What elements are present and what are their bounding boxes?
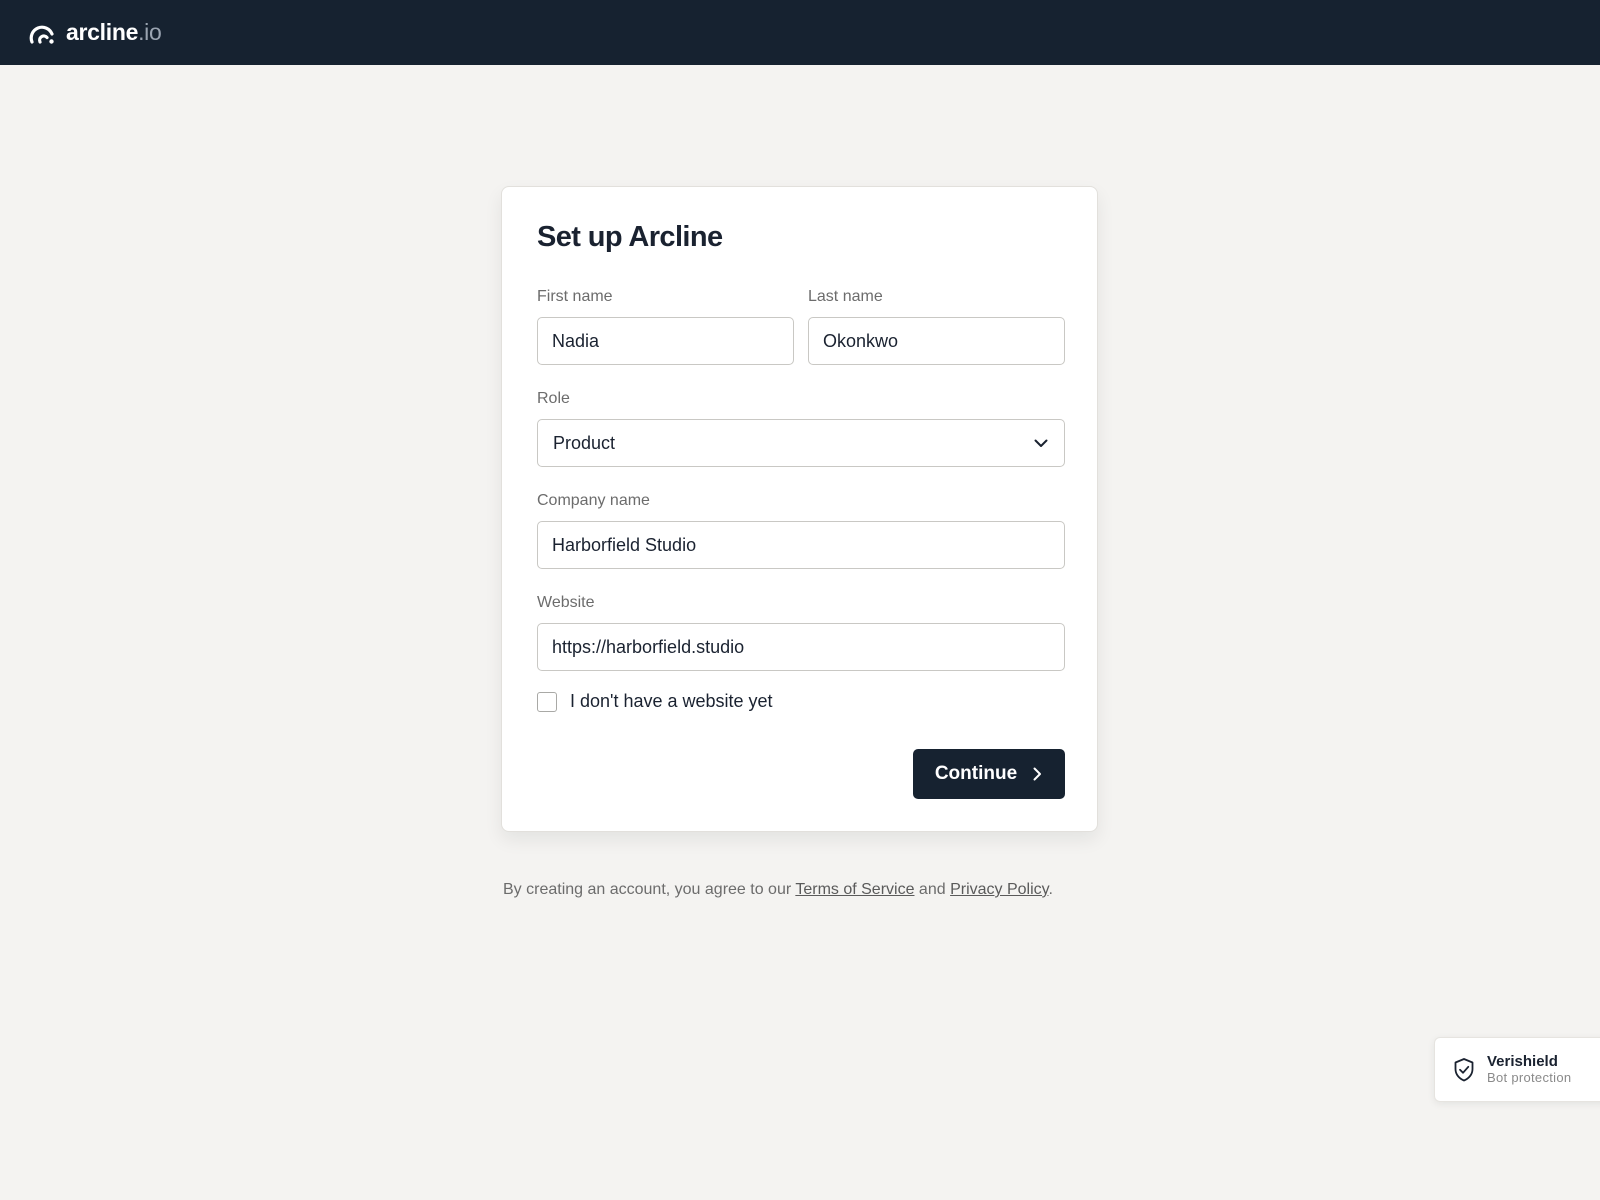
- role-selected-value: Product: [553, 432, 616, 453]
- top-bar: arcline.io: [0, 0, 1600, 65]
- chevron-down-icon: [1034, 439, 1048, 447]
- arcline-logo-icon: [29, 25, 54, 44]
- brand-wordmark: arcline.io: [66, 19, 162, 46]
- terms-of-service-link[interactable]: Terms of Service: [795, 881, 914, 898]
- chevron-right-icon: [1033, 767, 1042, 781]
- brand-logo[interactable]: arcline.io: [29, 19, 162, 46]
- last-name-input[interactable]: [808, 317, 1065, 365]
- shield-check-icon: [1454, 1057, 1474, 1081]
- legal-and: and: [914, 881, 951, 898]
- badge-subtitle: Bot protection: [1487, 1069, 1572, 1085]
- no-website-label[interactable]: I don't have a website yet: [570, 691, 773, 712]
- bot-protection-badge[interactable]: Verishield Bot protection: [1434, 1037, 1600, 1102]
- brand-tld: .io: [138, 19, 162, 45]
- company-name-input[interactable]: [537, 521, 1065, 569]
- legal-prefix: By creating an account, you agree to our: [503, 881, 796, 898]
- first-name-input[interactable]: [537, 317, 794, 365]
- no-website-option[interactable]: I don't have a website yet: [537, 691, 773, 712]
- legal-notice: By creating an account, you agree to our…: [503, 881, 1083, 899]
- website-label: Website: [537, 594, 595, 611]
- setup-card: Set up Arcline First name Last name Role…: [501, 186, 1098, 832]
- continue-button[interactable]: Continue: [913, 749, 1065, 799]
- legal-suffix: .: [1048, 881, 1053, 898]
- badge-text: Verishield Bot protection: [1487, 1053, 1571, 1085]
- role-select[interactable]: Product: [537, 419, 1065, 467]
- privacy-policy-link[interactable]: Privacy Policy: [950, 881, 1048, 898]
- last-name-label: Last name: [808, 288, 883, 305]
- first-name-label: First name: [537, 288, 613, 305]
- role-label: Role: [537, 390, 570, 407]
- no-website-checkbox[interactable]: [537, 691, 557, 712]
- continue-label: Continue: [934, 763, 1018, 784]
- badge-title: Verishield: [1487, 1053, 1558, 1071]
- website-input[interactable]: [537, 623, 1065, 671]
- brand-name: arcline: [66, 19, 139, 45]
- page-title: Set up Arcline: [537, 221, 723, 253]
- company-name-label: Company name: [537, 492, 650, 509]
